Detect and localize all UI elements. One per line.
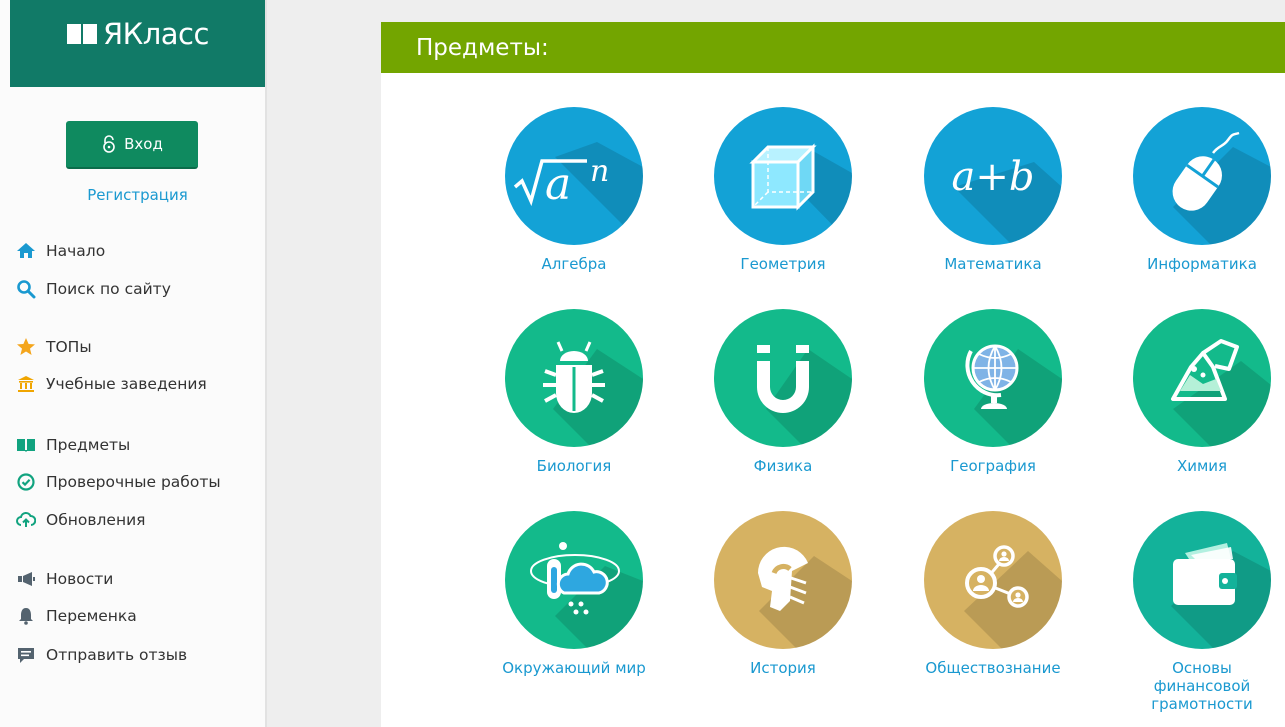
subject-financial-literacy[interactable]: Основы финансовой грамотности bbox=[1107, 511, 1285, 713]
menu-item-home[interactable]: Начало bbox=[16, 239, 105, 263]
sidebar: ЯКласс Вход Регистрация Начало Поиск по … bbox=[0, 0, 265, 727]
logo-text: ЯКласс bbox=[103, 17, 209, 51]
subject-label: Обществознание bbox=[925, 659, 1061, 677]
subject-mathematics[interactable]: a+b Математика bbox=[898, 107, 1088, 273]
menu-item-label: Обновления bbox=[46, 511, 146, 529]
bell-icon bbox=[16, 606, 36, 626]
menu-item-schools[interactable]: Учебные заведения bbox=[16, 372, 207, 396]
menu-item-label: Предметы bbox=[46, 436, 131, 454]
top-strip bbox=[381, 0, 1285, 22]
menu-item-tests[interactable]: Проверочные работы bbox=[16, 470, 221, 494]
a-plus-b-icon: a+b bbox=[952, 154, 1035, 200]
subject-label: Физика bbox=[753, 457, 813, 475]
subject-circle bbox=[924, 309, 1062, 447]
menu-item-label: Переменка bbox=[46, 607, 137, 625]
subject-geometry[interactable]: Геометрия bbox=[688, 107, 878, 273]
subject-geography[interactable]: География bbox=[898, 309, 1088, 475]
subject-circle bbox=[1133, 107, 1271, 245]
menu-item-updates[interactable]: Обновления bbox=[16, 508, 146, 532]
subject-circle bbox=[714, 107, 852, 245]
subject-circle bbox=[714, 511, 852, 649]
subject-history[interactable]: История bbox=[688, 511, 878, 677]
login-label: Вход bbox=[124, 135, 163, 153]
menu-item-label: Отправить отзыв bbox=[46, 646, 188, 664]
logo[interactable]: ЯКласс bbox=[67, 17, 209, 51]
menu-item-news[interactable]: Новости bbox=[16, 567, 113, 591]
megaphone-icon bbox=[16, 569, 36, 589]
subject-circle bbox=[924, 511, 1062, 649]
menu-item-search[interactable]: Поиск по сайту bbox=[16, 277, 171, 301]
subject-label: Биология bbox=[536, 457, 612, 475]
subject-label: Математика bbox=[944, 255, 1042, 273]
login-button[interactable]: Вход bbox=[66, 121, 198, 169]
check-circle-icon bbox=[16, 472, 36, 492]
subject-circle: a n bbox=[505, 107, 643, 245]
cloud-upload-icon bbox=[16, 510, 36, 530]
menu-item-label: Поиск по сайту bbox=[46, 280, 171, 298]
cube-icon bbox=[749, 143, 817, 211]
square-root-icon: a n bbox=[513, 154, 609, 210]
subject-label: География bbox=[950, 457, 1036, 475]
subject-label: Окружающий мир bbox=[502, 659, 646, 677]
institution-icon bbox=[16, 374, 36, 394]
menu-item-label: Новости bbox=[46, 570, 114, 588]
section-title: Предметы: bbox=[416, 34, 549, 61]
subject-circle bbox=[505, 511, 643, 649]
menu-item-label: ТОПы bbox=[46, 338, 92, 356]
subject-chemistry[interactable]: Химия bbox=[1107, 309, 1285, 475]
lock-open-icon bbox=[103, 135, 115, 153]
subject-circle: a+b bbox=[924, 107, 1062, 245]
subject-biology[interactable]: Биология bbox=[479, 309, 669, 475]
subject-label: Алгебра bbox=[541, 255, 607, 273]
wallet-icon bbox=[1173, 543, 1237, 605]
subject-label: Геометрия bbox=[740, 255, 826, 273]
flask-icon bbox=[1171, 339, 1239, 401]
menu-item-break[interactable]: Переменка bbox=[16, 604, 137, 628]
bug-icon bbox=[543, 341, 605, 413]
search-icon bbox=[16, 279, 36, 299]
subject-label: Химия bbox=[1176, 457, 1228, 475]
book-icon bbox=[16, 435, 36, 455]
comment-icon bbox=[16, 645, 36, 665]
book-icon bbox=[67, 24, 97, 44]
subject-algebra[interactable]: a n Алгебра bbox=[479, 107, 669, 273]
divider bbox=[265, 0, 267, 727]
subject-circle bbox=[714, 309, 852, 447]
menu-item-subjects[interactable]: Предметы bbox=[16, 433, 130, 457]
subject-informatics[interactable]: Информатика bbox=[1107, 107, 1285, 273]
logo-bar: ЯКласс bbox=[10, 0, 265, 87]
subject-physics[interactable]: Физика bbox=[688, 309, 878, 475]
globe-icon bbox=[965, 344, 1019, 409]
weather-icon bbox=[530, 542, 620, 615]
subject-circle bbox=[505, 309, 643, 447]
section-header: Предметы: bbox=[381, 22, 1285, 73]
subject-label: История bbox=[750, 659, 816, 677]
star-icon bbox=[16, 337, 36, 357]
menu-item-feedback[interactable]: Отправить отзыв bbox=[16, 643, 187, 667]
subject-circle bbox=[1133, 309, 1271, 447]
magnet-icon bbox=[757, 345, 809, 413]
helmet-icon bbox=[757, 546, 808, 611]
subject-environment[interactable]: Окружающий мир bbox=[479, 511, 669, 677]
people-network-icon bbox=[965, 545, 1029, 608]
subject-label: Основы финансовой грамотности bbox=[1151, 659, 1253, 713]
subject-label: Информатика bbox=[1147, 255, 1257, 273]
svg-text:a+b: a+b bbox=[952, 154, 1035, 200]
menu-item-label: Проверочные работы bbox=[46, 473, 221, 491]
svg-text:n: n bbox=[590, 154, 609, 189]
subject-circle bbox=[1133, 511, 1271, 649]
menu-item-tops[interactable]: ТОПы bbox=[16, 335, 92, 359]
mouse-icon bbox=[1172, 131, 1240, 211]
subject-social-studies[interactable]: Обществознание bbox=[898, 511, 1088, 677]
sidebar-gutter bbox=[265, 0, 381, 727]
menu-item-label: Учебные заведения bbox=[46, 375, 207, 393]
menu-item-label: Начало bbox=[46, 242, 106, 260]
register-link[interactable]: Регистрация bbox=[10, 186, 265, 204]
svg-text:a: a bbox=[545, 159, 571, 210]
home-icon bbox=[16, 241, 36, 261]
